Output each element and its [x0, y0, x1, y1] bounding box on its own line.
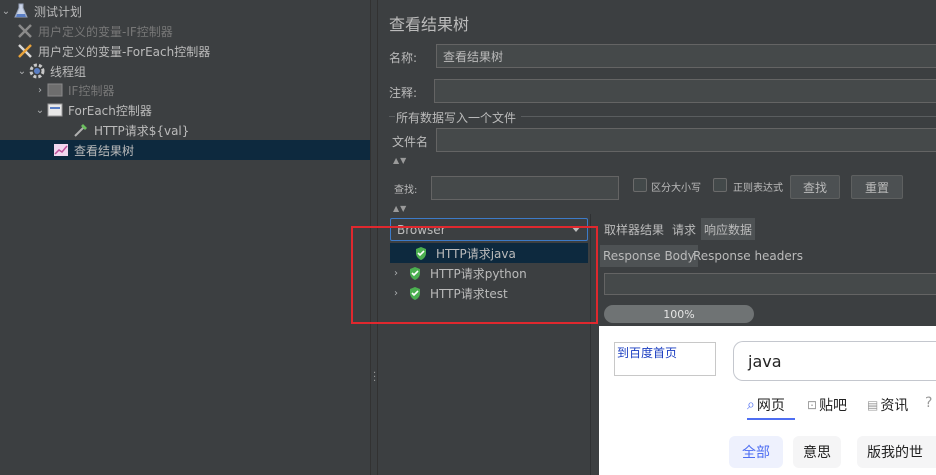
find-button[interactable]: 查找 [790, 175, 840, 199]
nav-web-label: 网页 [756, 398, 785, 414]
case-sensitive-checkbox[interactable] [633, 178, 647, 192]
baidu-search-input[interactable]: java [733, 341, 936, 381]
regex-checkbox[interactable] [713, 178, 727, 192]
tree-node-http-request-val[interactable]: HTTP请求${val} [72, 120, 189, 140]
progress-text: 100% [663, 307, 695, 321]
group-title: 所有数据写入一个文件 [396, 111, 517, 125]
tree-node-label: 用户定义的变量-IF控制器 [38, 24, 173, 39]
flask-icon [12, 2, 30, 20]
annotation-highlight-box [351, 226, 598, 324]
tieba-icon: ⊡ [807, 398, 818, 412]
response-search-field[interactable] [604, 273, 936, 295]
page-title: 查看结果树 [389, 15, 470, 34]
controller-icon [46, 101, 64, 119]
file-label: 文件名 [392, 135, 429, 149]
chevron-down-icon[interactable]: ⌄ [0, 6, 12, 17]
chip-meaning[interactable]: 意思 [793, 436, 841, 468]
regex-label: 正则表达式 [733, 183, 783, 194]
chevron-right-icon[interactable]: › [34, 85, 46, 96]
tree-node-foreach-controller[interactable]: ⌄ ForEach控制器 [34, 100, 152, 120]
gear-icon [28, 62, 46, 80]
search-input[interactable] [431, 176, 619, 200]
tab-request[interactable]: 请求 [669, 218, 699, 240]
name-label: 名称: [389, 51, 418, 65]
help-icon[interactable]: ? [925, 395, 932, 411]
tab-response-data[interactable]: 响应数据 [701, 218, 756, 240]
reset-button[interactable]: 重置 [851, 175, 903, 199]
nav-active-underline [747, 418, 795, 420]
chevron-down-icon[interactable]: ⌄ [34, 105, 46, 116]
tree-node-label: 用户定义的变量-ForEach控制器 [38, 44, 211, 59]
tree-node-label: ForEach控制器 [68, 103, 152, 118]
file-name-field[interactable] [436, 128, 936, 152]
case-sensitive-label: 区分大小写 [651, 183, 701, 194]
chip-minecraft[interactable]: 版我的世 [857, 436, 936, 468]
search-icon: ⌕ [747, 397, 755, 413]
tree-node-label: IF控制器 [68, 83, 115, 98]
collapse-toggle-icon[interactable]: ▲▼ [393, 204, 407, 213]
nav-tieba[interactable]: ⊡ 贴吧 [807, 395, 847, 415]
test-plan-tree[interactable]: ⌄ 测试计划 用户定义的变量-IF控制器 用户定义的变量-ForEach控制器 … [0, 0, 370, 475]
controller-icon [46, 81, 64, 99]
nav-tieba-label: 贴吧 [819, 398, 848, 414]
tree-node-label: 测试计划 [34, 4, 83, 19]
drag-grip-icon: · · · [373, 368, 377, 387]
tree-node-user-vars-foreach[interactable]: 用户定义的变量-ForEach控制器 [16, 41, 210, 61]
news-icon: ▤ [867, 398, 879, 412]
tab-sampler-result[interactable]: 取样器结果 [601, 218, 667, 240]
chevron-down-icon[interactable]: ⌄ [16, 66, 28, 77]
tree-node-thread-group[interactable]: ⌄ 线程组 [16, 61, 86, 81]
comment-field[interactable] [434, 79, 936, 103]
tree-node-label: HTTP请求${val} [94, 123, 190, 138]
tree-node-view-results-tree[interactable]: 查看结果树 [0, 140, 370, 160]
tree-node-label: 线程组 [50, 64, 87, 79]
wrench-scissors-icon [16, 42, 34, 60]
tree-node-user-vars-if[interactable]: 用户定义的变量-IF控制器 [16, 21, 173, 41]
rendered-response-view: 到百度首页 java ⌕ 网页 ⊡ 贴吧 ▤ 资讯 ? 全部 意思 版我的世 [599, 326, 936, 475]
chip-all[interactable]: 全部 [729, 436, 783, 468]
nav-news[interactable]: ▤ 资讯 [867, 395, 908, 415]
collapse-toggle-icon[interactable]: ▲▼ [393, 156, 407, 165]
progress-bar: 100% [604, 305, 754, 323]
tab-response-body[interactable]: Response Body [600, 245, 698, 267]
nav-news-label: 资讯 [880, 398, 909, 414]
tree-node-label: 查看结果树 [74, 143, 135, 158]
tree-node-if-controller[interactable]: › IF控制器 [34, 80, 114, 100]
wrench-scissors-icon [16, 22, 34, 40]
tree-node-test-plan[interactable]: ⌄ 测试计划 [0, 1, 82, 21]
name-field[interactable]: 查看结果树 [436, 44, 936, 68]
tab-response-headers[interactable]: Response headers [690, 245, 806, 267]
pipette-icon [72, 121, 90, 139]
search-label: 查找: [394, 185, 418, 196]
nav-web[interactable]: ⌕ 网页 [747, 395, 785, 415]
group-border [389, 116, 395, 117]
group-border [521, 116, 936, 117]
home-link[interactable]: 到百度首页 [614, 342, 716, 376]
comment-label: 注释: [389, 86, 418, 100]
chart-icon [52, 141, 70, 159]
